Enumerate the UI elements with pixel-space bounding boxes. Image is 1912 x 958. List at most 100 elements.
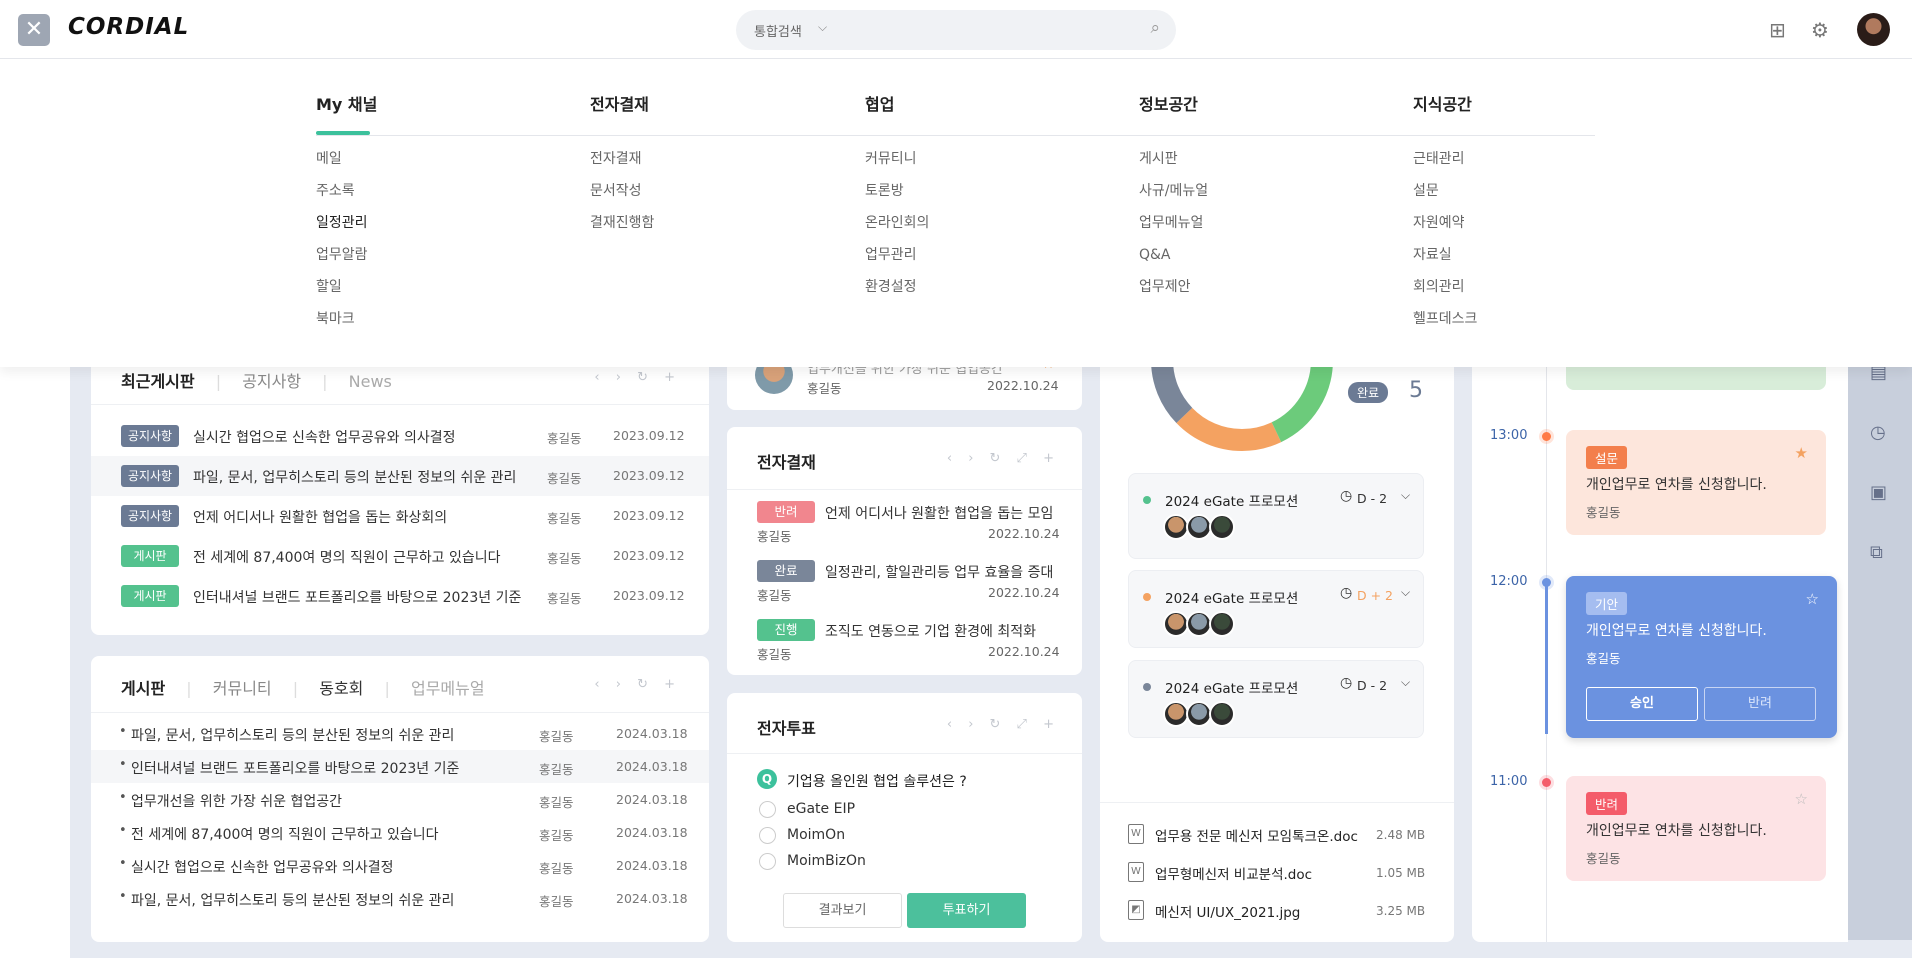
menu-item[interactable]: 자료실 xyxy=(1413,245,1688,277)
radio-button[interactable] xyxy=(759,801,776,818)
post-title[interactable]: 실시간 협업으로 신속한 업무공유와 의사결정 xyxy=(193,427,456,447)
file-name[interactable]: 메신저 UI/UX_2021.jpg xyxy=(1155,901,1300,921)
tab-community[interactable]: 커뮤니티 xyxy=(213,679,272,698)
menu-item[interactable]: 북마크 xyxy=(316,309,591,341)
radio-button[interactable] xyxy=(759,853,776,870)
post-title[interactable]: 언제 어디서나 원활한 협업을 돕는 화상회의 xyxy=(193,507,447,527)
file-name[interactable]: 업무용 전문 메신저 모임톡크온.doc xyxy=(1155,825,1358,845)
menu-item[interactable]: 일정관리 xyxy=(316,213,591,245)
list-item[interactable]: 게시판 인터내셔널 브랜드 포트폴리오를 바탕으로 2023년 기준 홍길동 2023… xyxy=(91,576,709,616)
menu-item[interactable]: 설문 xyxy=(1413,181,1688,213)
gear-icon[interactable]: ⚙ xyxy=(1811,18,1829,42)
star-icon[interactable]: ☆ xyxy=(1795,790,1808,808)
post-title[interactable]: 인터내셔널 브랜드 포트폴리오를 바탕으로 2023년 기준 xyxy=(131,758,459,778)
post-title[interactable]: 인터내셔널 브랜드 포트폴리오를 바탕으로 2023년 기준 xyxy=(193,587,521,607)
menu-title[interactable]: 전자결재 xyxy=(590,91,865,135)
search-bar[interactable]: 통합검색 ⌵ ⌕ xyxy=(736,10,1176,50)
chevron-down-icon[interactable]: ⌵ xyxy=(1401,585,1410,600)
star-icon[interactable]: ☆ xyxy=(1806,590,1819,608)
vote-button[interactable]: 투표하기 xyxy=(907,893,1026,928)
approval-title[interactable]: 조직도 연동으로 기업 환경에 최적화 xyxy=(825,621,1036,641)
event-card[interactable]: 기안 ☆ 개인업무로 연차를 신청합니다. 홍길동 승인 반려 xyxy=(1566,576,1837,738)
tab-news[interactable]: News xyxy=(349,372,392,391)
radio-button[interactable] xyxy=(759,827,776,844)
menu-item[interactable]: 토론방 xyxy=(865,181,1140,213)
close-menu-button[interactable]: ✕ xyxy=(18,14,50,46)
card-tools[interactable]: ‹ › ↻ ⤢ + xyxy=(947,717,1060,732)
post-title[interactable]: 전 세계에 87,400여 명의 직원이 근무하고 있습니다 xyxy=(193,547,501,567)
card-tools[interactable]: ‹ › ↻ + xyxy=(594,677,681,692)
menu-item[interactable]: 결재진행함 xyxy=(590,213,865,245)
approval-item[interactable]: 완료 일정관리, 할일관리등 업무 효율을 증대 홍길동 2022.10.24 xyxy=(727,560,1082,610)
file-name[interactable]: 업무형메신저 비교분석.doc xyxy=(1155,863,1312,883)
approve-button[interactable]: 승인 xyxy=(1586,687,1698,721)
post-title[interactable]: 실시간 협업으로 신속한 업무공유와 의사결정 xyxy=(131,857,394,877)
star-icon[interactable]: ★ xyxy=(1795,444,1808,462)
tab-notice[interactable]: 공지사항 xyxy=(242,372,301,391)
post-title[interactable]: 전 세계에 87,400여 명의 직원이 근무하고 있습니다 xyxy=(131,824,439,844)
list-item[interactable]: • 실시간 협업으로 신속한 업무공유와 의사결정 홍길동 2024.03.18 xyxy=(91,849,709,882)
menu-item[interactable]: 자원예약 xyxy=(1413,213,1688,245)
search-scope-select[interactable]: 통합검색 xyxy=(754,21,802,40)
chevron-down-icon[interactable]: ⌵ xyxy=(1401,675,1410,690)
card-tools[interactable]: ‹ › ↻ + xyxy=(594,370,681,385)
list-item[interactable]: 공지사항 파일, 문서, 업무히스토리 등의 분산된 정보의 쉬운 관리 홍길동 20… xyxy=(91,456,709,496)
result-button[interactable]: 결과보기 xyxy=(783,893,902,928)
event-card[interactable]: 반려 ☆ 개인업무로 연차를 신청합니다. 홍길동 xyxy=(1566,776,1826,881)
menu-item[interactable]: 문서작성 xyxy=(590,181,865,213)
menu-item[interactable]: Q&A xyxy=(1139,245,1414,277)
post-title[interactable]: 파일, 문서, 업무히스토리 등의 분산된 정보의 쉬운 관리 xyxy=(131,725,454,745)
menu-item[interactable]: 근태관리 xyxy=(1413,149,1688,181)
menu-item[interactable]: 업무제안 xyxy=(1139,277,1414,309)
approval-item[interactable]: 진행 조직도 연동으로 기업 환경에 최적화 홍길동 2022.10.24 xyxy=(727,619,1082,669)
list-item[interactable]: • 업무개선을 위한 가장 쉬운 협업공간 홍길동 2024.03.18 xyxy=(91,783,709,816)
list-item[interactable]: 공지사항 언제 어디서나 원활한 협업을 돕는 화상회의 홍길동 2023.09.12 xyxy=(91,496,709,536)
translate-icon[interactable]: ⧉ xyxy=(1870,542,1883,563)
list-item[interactable]: • 파일, 문서, 업무히스토리 등의 분산된 정보의 쉬운 관리 홍길동 2024.… xyxy=(91,717,709,750)
tab-club[interactable]: 동호회 xyxy=(319,679,363,698)
menu-title[interactable]: 협업 xyxy=(865,91,1140,135)
menu-item[interactable]: 헬프데스크 xyxy=(1413,309,1688,341)
menu-item[interactable]: 회의관리 xyxy=(1413,277,1688,309)
list-item[interactable]: 공지사항 실시간 협업으로 신속한 업무공유와 의사결정 홍길동 2023.09.12 xyxy=(91,416,709,456)
vote-option-label[interactable]: MoimOn xyxy=(787,827,845,843)
list-item[interactable]: • 파일, 문서, 업무히스토리 등의 분산된 정보의 쉬운 관리 홍길동 2024.… xyxy=(91,882,709,915)
tab-work-manual[interactable]: 업무메뉴얼 xyxy=(411,679,485,698)
vote-option-label[interactable]: eGate EIP xyxy=(787,801,855,817)
vote-option-label[interactable]: MoimBizOn xyxy=(787,853,866,869)
menu-item[interactable]: 사규/메뉴얼 xyxy=(1139,181,1414,213)
post-title[interactable]: 업무개선을 위한 가장 쉬운 협업공간 xyxy=(131,791,342,811)
list-item[interactable]: 게시판 전 세계에 87,400여 명의 직원이 근무하고 있습니다 홍길동 2023… xyxy=(91,536,709,576)
menu-item[interactable]: 메일 xyxy=(316,149,591,181)
menu-item[interactable]: 주소록 xyxy=(316,181,591,213)
logo[interactable]: CORDIAL xyxy=(68,14,189,40)
menu-item[interactable]: 전자결재 xyxy=(590,149,865,181)
list-item[interactable]: • 전 세계에 87,400여 명의 직원이 근무하고 있습니다 홍길동 2024.0… xyxy=(91,816,709,849)
chevron-down-icon[interactable]: ⌵ xyxy=(1401,488,1410,503)
menu-item[interactable]: 업무알람 xyxy=(316,245,591,277)
menu-item[interactable]: 커뮤티니 xyxy=(865,149,1140,181)
search-icon[interactable]: ⌕ xyxy=(1150,18,1160,38)
menu-item[interactable]: 온라인회의 xyxy=(865,213,1140,245)
project-item[interactable]: 2024 eGate 프로모션 ◷ D + 2 ⌵ xyxy=(1128,570,1424,648)
menu-title[interactable]: 정보공간 xyxy=(1139,91,1414,135)
tab-recent[interactable]: 최근게시판 xyxy=(121,372,195,391)
approval-title[interactable]: 일정관리, 할일관리등 업무 효율을 증대 xyxy=(825,562,1053,582)
menu-item[interactable]: 환경설정 xyxy=(865,277,1140,309)
card-tools[interactable]: ‹ › ↻ ⤢ + xyxy=(947,451,1060,466)
menu-title[interactable]: 지식공간 xyxy=(1413,91,1688,135)
approval-title[interactable]: 언제 어디서나 원활한 협업을 돕는 모임 xyxy=(825,503,1053,523)
menu-item[interactable]: 할일 xyxy=(316,277,591,309)
menu-item[interactable]: 업무관리 xyxy=(865,245,1140,277)
menu-item[interactable]: 게시판 xyxy=(1139,149,1414,181)
tab-board[interactable]: 게시판 xyxy=(121,679,165,698)
apps-grid-icon[interactable]: ⊞ xyxy=(1769,18,1786,42)
contact-card-icon[interactable]: ▣ xyxy=(1870,482,1887,503)
approval-item[interactable]: 반려 언제 어디서나 원활한 협업을 돕는 모임 홍길동 2022.10.24 xyxy=(727,501,1082,551)
menu-item[interactable]: 업무메뉴얼 xyxy=(1139,213,1414,245)
post-title[interactable]: 파일, 문서, 업무히스토리 등의 분산된 정보의 쉬운 관리 xyxy=(131,890,454,910)
post-title[interactable]: 파일, 문서, 업무히스토리 등의 분산된 정보의 쉬운 관리 xyxy=(193,467,516,487)
avatar[interactable] xyxy=(1857,13,1890,46)
event-card[interactable]: 설문 ★ 개인업무로 연차를 신청합니다. 홍길동 xyxy=(1566,430,1826,535)
reject-button[interactable]: 반려 xyxy=(1704,687,1816,721)
